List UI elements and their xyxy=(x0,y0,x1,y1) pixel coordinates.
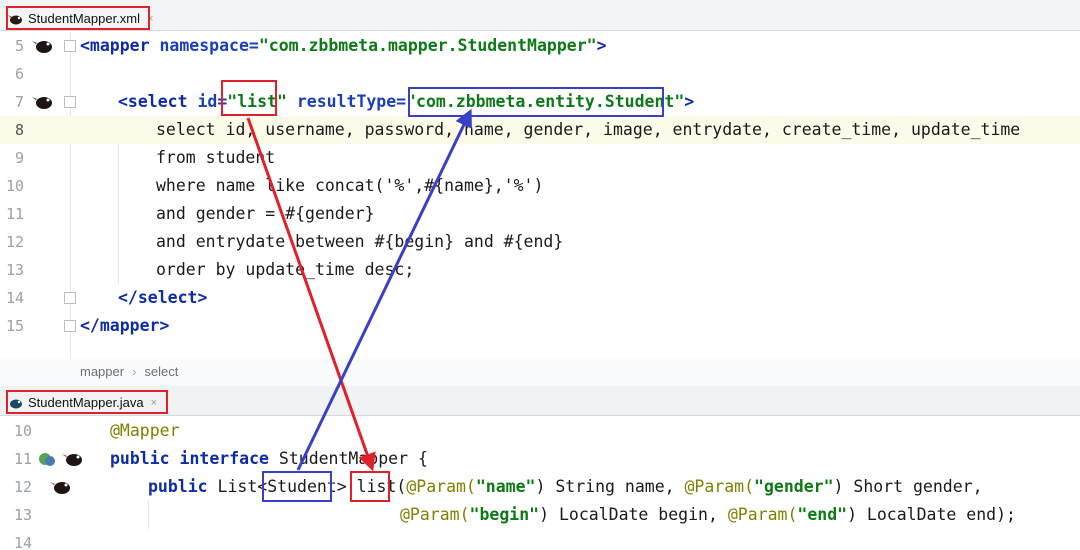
line-number: 11 xyxy=(5,205,24,223)
line-number: 11 xyxy=(13,450,32,468)
code-line: 10 where name like concat('%',#{name},'%… xyxy=(0,172,1080,200)
code-line: 6 xyxy=(0,60,1080,88)
fold-toggle-icon[interactable] xyxy=(64,292,76,304)
line-number: 14 xyxy=(13,534,32,550)
line-number: 12 xyxy=(5,233,24,251)
fold-toggle-icon[interactable] xyxy=(64,40,76,52)
code-text: <mapper namespace="com.zbbmeta.mapper.St… xyxy=(80,36,607,55)
java-tab-bar: StudentMapper.java × xyxy=(0,386,1080,416)
chevron-right-icon: › xyxy=(132,364,137,379)
code-text: <select id="list" resultType="com.zbbmet… xyxy=(118,92,695,111)
code-text: </mapper> xyxy=(80,316,170,335)
xml-tab-bar: StudentMapper.xml × xyxy=(0,0,1080,31)
line-number: 10 xyxy=(13,422,32,440)
code-line-current: 8 select id, username, password, name, g… xyxy=(0,116,1080,144)
close-icon[interactable]: × xyxy=(147,13,153,25)
line-number: 12 xyxy=(13,478,32,496)
close-icon[interactable]: × xyxy=(151,397,157,409)
line-number: 14 xyxy=(5,289,24,307)
breadcrumb-item-mapper[interactable]: mapper xyxy=(80,364,124,379)
code-text: select id, username, password, name, gen… xyxy=(156,120,1021,139)
java-editor[interactable]: 10 @Mapper 11 public interface StudentMa… xyxy=(0,417,1080,550)
mybatis-bird-icon xyxy=(10,399,22,408)
code-text: public List<Student> list(@Param("name")… xyxy=(148,477,983,496)
code-line: 14 xyxy=(0,529,1080,550)
tab-studentmapper-xml[interactable]: StudentMapper.xml × xyxy=(6,6,153,30)
code-line: 15 </mapper> xyxy=(0,312,1080,340)
mybatis-bird-icon xyxy=(8,14,22,24)
code-text: and gender = #{gender} xyxy=(156,204,375,223)
code-line: 7 <select id="list" resultType="com.zbbm… xyxy=(0,88,1080,116)
code-line: 10 @Mapper xyxy=(0,417,1080,445)
code-line: 13 order by update_time desc; xyxy=(0,256,1080,284)
line-number: 10 xyxy=(5,177,24,195)
mybatis-bird-icon[interactable] xyxy=(50,479,72,495)
code-text: order by update_time desc; xyxy=(156,260,415,279)
code-line: 13 @Param("begin") LocalDate begin, @Par… xyxy=(0,501,1080,529)
mybatis-bird-icon[interactable] xyxy=(62,451,84,467)
line-number: 8 xyxy=(14,121,24,139)
code-text: where name like concat('%',#{name},'%') xyxy=(156,176,544,195)
breadcrumb: mapper › select xyxy=(0,358,1080,386)
line-number: 13 xyxy=(5,261,24,279)
tab-label: StudentMapper.java xyxy=(28,395,144,410)
breadcrumb-item-select[interactable]: select xyxy=(144,364,178,379)
code-line: 11 public interface StudentMapper { xyxy=(0,445,1080,473)
tab-studentmapper-java[interactable]: StudentMapper.java × xyxy=(6,390,168,414)
code-text: and entrydate between #{begin} and #{end… xyxy=(156,232,564,251)
code-text: @Mapper xyxy=(110,421,180,440)
line-number: 15 xyxy=(5,317,24,335)
code-line: 12 public List<Student> list(@Param("nam… xyxy=(0,473,1080,501)
line-number: 13 xyxy=(13,506,32,524)
code-line: 5 <mapper namespace="com.zbbmeta.mapper.… xyxy=(0,32,1080,60)
fold-toggle-icon[interactable] xyxy=(64,320,76,332)
mybatis-bird-icon[interactable] xyxy=(32,94,54,110)
code-text: from student xyxy=(156,148,276,167)
line-number: 9 xyxy=(14,149,24,167)
mybatis-bird-icon[interactable] xyxy=(32,38,54,54)
code-text: public interface StudentMapper { xyxy=(110,449,428,468)
code-text: </select> xyxy=(118,288,208,307)
fold-toggle-icon[interactable] xyxy=(64,96,76,108)
code-line: 12 and entrydate between #{begin} and #{… xyxy=(0,228,1080,256)
code-line: 9 from student xyxy=(0,144,1080,172)
code-line: 14 </select> xyxy=(0,284,1080,312)
code-text: @Param("begin") LocalDate begin, @Param(… xyxy=(400,505,1016,524)
tab-label: StudentMapper.xml xyxy=(28,11,141,26)
line-number: 7 xyxy=(14,93,24,111)
implemented-method-icon[interactable] xyxy=(38,451,58,467)
code-line: 11 and gender = #{gender} xyxy=(0,200,1080,228)
xml-editor[interactable]: 5 <mapper namespace="com.zbbmeta.mapper.… xyxy=(0,32,1080,358)
line-number: 5 xyxy=(14,37,24,55)
line-number: 6 xyxy=(14,65,24,83)
